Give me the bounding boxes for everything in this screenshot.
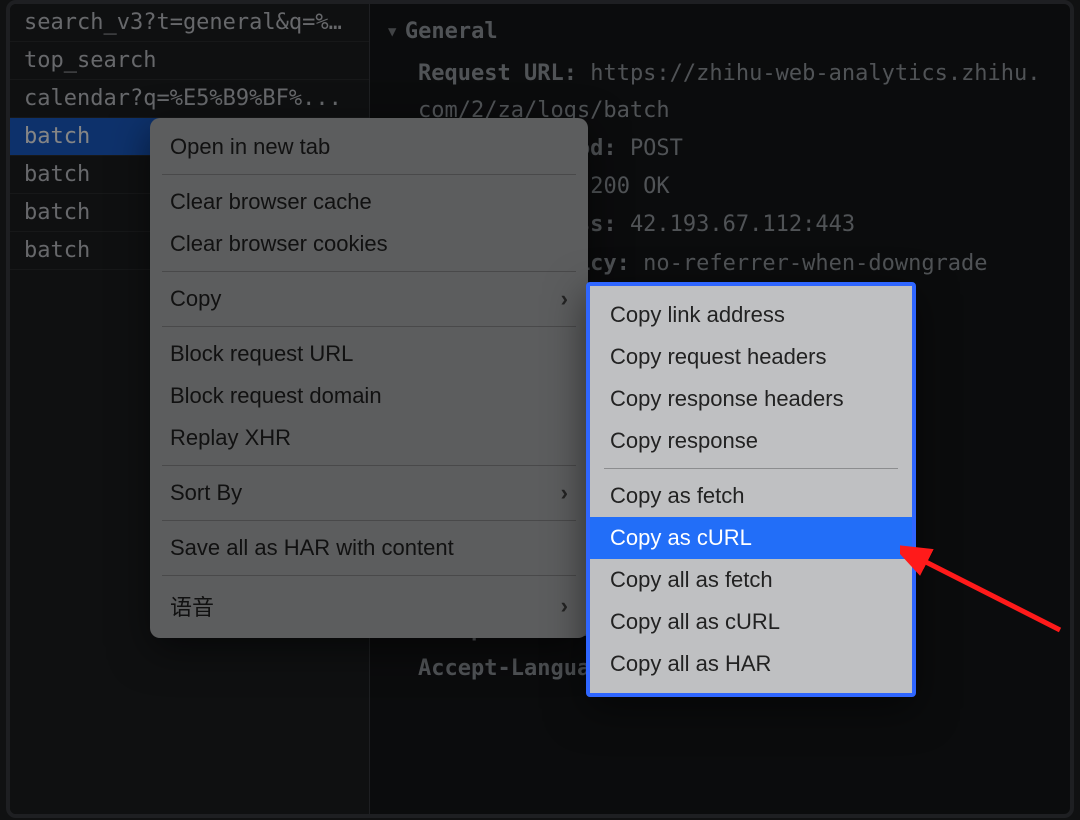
- menu-item-label: Block request URL: [170, 341, 353, 367]
- referrer-policy-value: no-referrer-when-downgrade: [643, 251, 987, 276]
- menu-block-request-url[interactable]: Block request URL: [150, 333, 588, 375]
- menu-item-label: Clear browser cache: [170, 189, 372, 215]
- menu-item-label: Sort By: [170, 480, 242, 506]
- menu-separator: [162, 465, 576, 466]
- request-row[interactable]: calendar?q=%E5%B9%BF%...: [10, 80, 369, 118]
- chevron-right-icon: ›: [561, 480, 568, 506]
- menu-voice[interactable]: 语音 ›: [150, 582, 588, 630]
- menu-item-label: Clear browser cookies: [170, 231, 388, 257]
- submenu-copy-all-as-har[interactable]: Copy all as HAR: [590, 643, 912, 685]
- menu-separator: [162, 174, 576, 175]
- menu-clear-browser-cookies[interactable]: Clear browser cookies: [150, 223, 588, 265]
- menu-copy[interactable]: Copy ›: [150, 278, 588, 320]
- copy-submenu: Copy link address Copy request headers C…: [586, 282, 916, 697]
- submenu-copy-request-headers[interactable]: Copy request headers: [590, 336, 912, 378]
- submenu-copy-as-fetch[interactable]: Copy as fetch: [590, 475, 912, 517]
- request-row[interactable]: top_search: [10, 42, 369, 80]
- status-code-value: 200 OK: [590, 174, 669, 199]
- menu-block-request-domain[interactable]: Block request domain: [150, 375, 588, 417]
- menu-separator: [162, 520, 576, 521]
- menu-open-in-new-tab[interactable]: Open in new tab: [150, 126, 588, 168]
- submenu-separator: [604, 468, 898, 469]
- menu-separator: [162, 271, 576, 272]
- general-section-title[interactable]: General: [388, 14, 1052, 50]
- submenu-copy-as-curl[interactable]: Copy as cURL: [590, 517, 912, 559]
- request-method-value: POST: [630, 136, 683, 161]
- chevron-right-icon: ›: [561, 286, 568, 312]
- submenu-copy-all-as-curl[interactable]: Copy all as cURL: [590, 601, 912, 643]
- menu-item-label: 语音: [170, 590, 214, 622]
- menu-sort-by[interactable]: Sort By ›: [150, 472, 588, 514]
- menu-replay-xhr[interactable]: Replay XHR: [150, 417, 588, 459]
- request-row[interactable]: search_v3?t=general&q=%E5...: [10, 4, 369, 42]
- remote-address-value: 42.193.67.112:443: [630, 212, 855, 237]
- chevron-right-icon: ›: [561, 593, 568, 619]
- menu-item-label: Save all as HAR with content: [170, 535, 454, 561]
- menu-clear-browser-cache[interactable]: Clear browser cache: [150, 181, 588, 223]
- menu-item-label: Open in new tab: [170, 134, 330, 160]
- menu-item-label: Block request domain: [170, 383, 382, 409]
- submenu-copy-link-address[interactable]: Copy link address: [590, 294, 912, 336]
- menu-separator: [162, 326, 576, 327]
- menu-separator: [162, 575, 576, 576]
- submenu-copy-response-headers[interactable]: Copy response headers: [590, 378, 912, 420]
- menu-item-label: Replay XHR: [170, 425, 291, 451]
- submenu-copy-all-as-fetch[interactable]: Copy all as fetch: [590, 559, 912, 601]
- menu-item-label: Copy: [170, 286, 221, 312]
- submenu-copy-response[interactable]: Copy response: [590, 420, 912, 462]
- request-url-key: Request URL:: [418, 61, 577, 86]
- menu-save-all-as-har[interactable]: Save all as HAR with content: [150, 527, 588, 569]
- context-menu: Open in new tab Clear browser cache Clea…: [150, 118, 588, 638]
